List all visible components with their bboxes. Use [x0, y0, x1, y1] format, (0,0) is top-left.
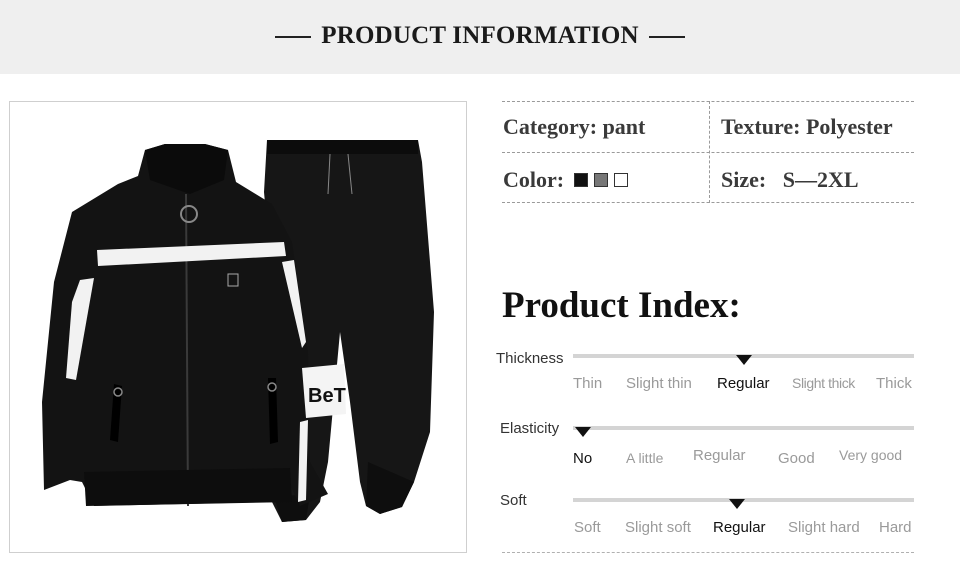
table-rule [502, 152, 914, 153]
color-field: Color: [503, 167, 629, 193]
color-label: Color: [503, 167, 565, 192]
elasticity-option-selected: No [573, 450, 593, 467]
thickness-marker [736, 355, 752, 365]
thickness-option: Slight thin [626, 375, 692, 392]
elasticity-option: Regular [693, 447, 746, 464]
soft-option: Slight soft [625, 519, 691, 536]
size-value: Size: S—2XL [721, 167, 859, 192]
thickness-label: Thickness [496, 350, 564, 367]
table-rule [502, 202, 914, 203]
category-value: Category: pant [503, 114, 646, 139]
elasticity-label: Elasticity [500, 420, 560, 437]
title-dash-right [648, 36, 685, 39]
svg-text:BeT: BeT [308, 385, 346, 407]
table-rule [502, 101, 914, 102]
thickness-option: Thick [876, 375, 912, 392]
product-index-title: Product Index: [502, 285, 741, 326]
elasticity-option: Very good [839, 447, 903, 463]
table-divider [709, 101, 710, 203]
color-swatch-black [574, 172, 589, 187]
product-photo: BeT [9, 101, 467, 553]
elasticity-option: Good [778, 450, 815, 467]
soft-label: Soft [500, 492, 527, 509]
tracksuit-illustration: BeT [42, 140, 434, 522]
soft-option: Hard [879, 519, 912, 536]
thickness-option-selected: Regular [717, 375, 770, 392]
soft-option: Soft [574, 519, 601, 536]
thickness-option: Slight thick [792, 375, 855, 391]
thickness-option: Thin [573, 375, 603, 392]
bottom-rule [502, 552, 914, 553]
header-banner: PRODUCT INFORMATION [0, 0, 960, 74]
elasticity-marker [575, 427, 591, 437]
soft-option: Slight hard [788, 519, 860, 536]
color-swatch-white [614, 172, 629, 187]
title-dash-left [275, 36, 312, 39]
texture-value: Texture: Polyester [721, 114, 893, 139]
elasticity-track [573, 426, 914, 430]
soft-option-selected: Regular [713, 519, 766, 536]
elasticity-option: A little [626, 450, 664, 466]
page-title: PRODUCT INFORMATION [0, 22, 960, 50]
attributes-table: Category: pant Texture: Polyester Color:… [502, 101, 914, 203]
soft-marker [729, 499, 745, 509]
color-swatch-gray [594, 172, 609, 187]
page-title-text: PRODUCT INFORMATION [321, 22, 639, 49]
